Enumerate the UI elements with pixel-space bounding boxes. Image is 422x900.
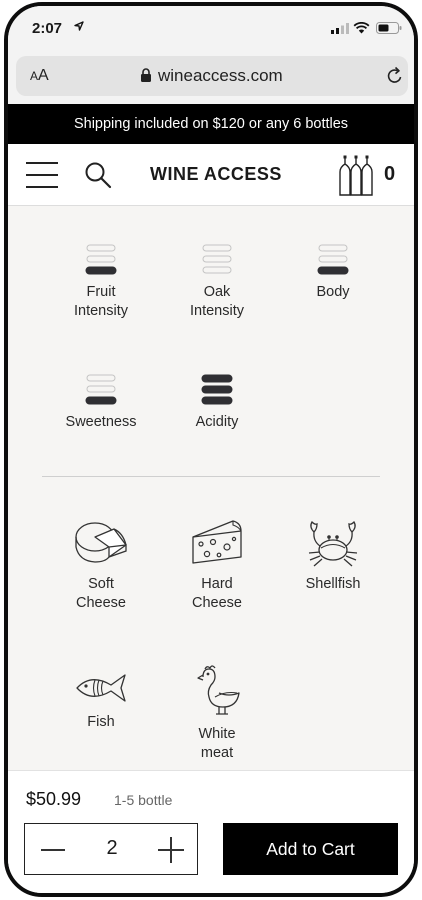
cart-count: 0 bbox=[384, 163, 396, 185]
lock-icon bbox=[141, 68, 151, 82]
location-arrow-icon bbox=[74, 21, 84, 31]
pairing-label: White meat bbox=[198, 726, 236, 761]
level-bar-empty bbox=[86, 385, 116, 393]
level-bar-empty bbox=[318, 244, 348, 252]
characteristic-label: Sweetness bbox=[65, 414, 137, 430]
level-bar-filled bbox=[85, 396, 117, 405]
wine-details: Fruit Intensity Oak Intensity Body Sweet… bbox=[8, 207, 414, 770]
pairing-hard-cheese: Hard Cheese bbox=[162, 517, 272, 613]
pairing-label: Shellfish bbox=[305, 576, 361, 592]
level-meter-icon bbox=[85, 244, 117, 275]
battery-icon bbox=[376, 22, 402, 34]
bottle-range: 1-5 bottle bbox=[114, 792, 173, 808]
pairing-shellfish: Shellfish bbox=[278, 517, 388, 594]
characteristic-body: Body bbox=[278, 243, 388, 302]
add-to-cart-button[interactable]: Add to Cart bbox=[223, 823, 398, 875]
level-bar-empty bbox=[202, 266, 232, 274]
characteristic-label: Acidity bbox=[195, 414, 239, 430]
wine-bottles-cart-icon[interactable] bbox=[338, 155, 374, 197]
characteristic-label: Fruit Intensity bbox=[74, 284, 128, 319]
characteristic-oak-intensity: Oak Intensity bbox=[162, 243, 272, 321]
level-bar-empty bbox=[86, 244, 116, 252]
level-bar-empty bbox=[318, 255, 348, 263]
level-bar-filled bbox=[85, 266, 117, 275]
wifi-icon bbox=[353, 22, 370, 34]
level-bar-empty bbox=[86, 374, 116, 382]
url-domain: wineaccess.com bbox=[158, 66, 283, 85]
characteristic-label: Oak Intensity bbox=[190, 284, 244, 319]
address-bar[interactable]: AA wineaccess.com bbox=[16, 56, 408, 96]
hamburger-menu-icon[interactable] bbox=[24, 160, 60, 190]
cellular-signal-icon bbox=[331, 23, 349, 34]
level-bar-empty bbox=[86, 255, 116, 263]
decrease-quantity-button[interactable] bbox=[39, 838, 67, 862]
site-header: WINE ACCESS 0 bbox=[8, 144, 414, 206]
reload-icon[interactable] bbox=[385, 66, 405, 86]
pairing-label: Hard Cheese bbox=[192, 576, 242, 611]
level-meter-icon bbox=[317, 244, 349, 275]
phone-frame: 2:07 AA wineaccess.com Shipping included… bbox=[4, 2, 418, 897]
quantity-value[interactable]: 2 bbox=[87, 837, 137, 860]
characteristic-sweetness: Sweetness bbox=[46, 373, 156, 432]
characteristic-acidity: Acidity bbox=[162, 373, 272, 432]
level-bar-empty bbox=[202, 244, 232, 252]
level-meter-icon bbox=[201, 374, 233, 405]
level-bar-filled bbox=[201, 396, 233, 405]
status-bar: 2:07 bbox=[8, 6, 414, 50]
pairing-label: Fish bbox=[87, 714, 115, 730]
level-meter-icon bbox=[202, 244, 232, 274]
brand-logo[interactable]: WINE ACCESS bbox=[150, 164, 282, 185]
soft-cheese-icon bbox=[75, 522, 127, 563]
level-bar-filled bbox=[201, 374, 233, 383]
purchase-bar: $50.99 1-5 bottle 2 Add to Cart bbox=[8, 770, 414, 893]
shipping-promo-banner: Shipping included on $120 or any 6 bottl… bbox=[8, 104, 414, 144]
crab-icon bbox=[308, 520, 358, 567]
section-divider bbox=[42, 476, 380, 477]
pairing-white-meat: White meat bbox=[162, 663, 272, 763]
browser-bar: AA wineaccess.com bbox=[8, 50, 414, 104]
quantity-stepper: 2 bbox=[24, 823, 198, 875]
characteristic-label: Body bbox=[316, 284, 350, 300]
pairing-fish: Fish bbox=[46, 667, 156, 732]
level-bar-empty bbox=[202, 255, 232, 263]
text-size-button[interactable]: AA bbox=[30, 67, 49, 85]
pairing-label: Soft Cheese bbox=[76, 576, 126, 611]
chicken-icon bbox=[197, 665, 240, 715]
level-bar-filled bbox=[317, 266, 349, 275]
status-time: 2:07 bbox=[32, 20, 63, 37]
level-meter-icon bbox=[85, 374, 117, 405]
hard-cheese-icon bbox=[192, 520, 242, 564]
pairing-soft-cheese: Soft Cheese bbox=[46, 517, 156, 613]
fish-icon bbox=[76, 674, 126, 702]
increase-quantity-button[interactable] bbox=[157, 836, 185, 864]
price: $50.99 bbox=[26, 789, 82, 809]
level-bar-filled bbox=[201, 385, 233, 394]
search-icon[interactable] bbox=[84, 161, 112, 189]
characteristic-fruit-intensity: Fruit Intensity bbox=[46, 243, 156, 321]
